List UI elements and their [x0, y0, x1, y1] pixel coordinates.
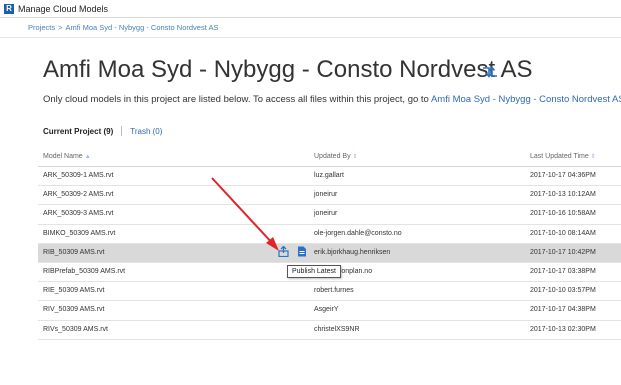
- table-row[interactable]: RIVs_50309 AMS.rvt christelXS9NR 2017-10…: [38, 321, 621, 340]
- last-updated-time: 2017-10-13 10:12AM: [530, 191, 596, 199]
- updated-by: erik.bjorkhaug.henriksen: [314, 248, 391, 256]
- last-updated-time: 2017-10-10 08:14AM: [530, 229, 596, 237]
- updated-by: joneirur: [314, 210, 338, 218]
- table-row[interactable]: ARK_50309-2 AMS.rvt joneirur 2017-10-13 …: [38, 186, 621, 206]
- tab-trash[interactable]: Trash (0): [130, 127, 162, 136]
- project-files-link[interactable]: Amfi Moa Syd - Nybygg - Consto Nordvest …: [431, 94, 621, 105]
- sort-icon: ⇕: [590, 154, 596, 160]
- table-row[interactable]: RIV_50309 AMS.rvt AsgeirY 2017-10-17 04:…: [38, 301, 621, 321]
- model-name: ARK_50309-3 AMS.rvt: [43, 210, 114, 218]
- row-actions: [278, 245, 307, 257]
- column-header-model-name[interactable]: Model Name ▲: [43, 153, 91, 160]
- last-updated-time: 2017-10-17 03:38PM: [530, 267, 596, 275]
- model-name: BIMKO_50309 AMS.rvt: [43, 229, 116, 237]
- breadcrumb-current: Amfi Moa Syd - Nybygg - Consto Nordvest …: [65, 23, 219, 32]
- breadcrumb: Projects > Amfi Moa Syd - Nybygg - Const…: [0, 18, 621, 38]
- updated-by: luz.gallart: [314, 172, 344, 179]
- app-icon: R: [4, 3, 14, 14]
- model-name: RIE_50309 AMS.rvt: [43, 287, 105, 295]
- model-name: RIVs_50309 AMS.rvt: [43, 325, 108, 333]
- table-row[interactable]: BIMKO_50309 AMS.rvt ole-jorgen.dahle@con…: [38, 225, 621, 244]
- last-updated-time: 2017-10-16 10:58AM: [530, 210, 596, 218]
- models-table: Model Name ▲ Updated By ⇕ Last Updated Tim…: [38, 147, 621, 340]
- publish-icon[interactable]: [278, 245, 289, 257]
- breadcrumb-separator: >: [58, 23, 63, 32]
- table-row[interactable]: RIE_50309 AMS.rvt robert.furnes 2017-10-…: [38, 282, 621, 302]
- sync-icon[interactable]: [480, 64, 498, 80]
- publish-latest-tooltip: Publish Latest: [287, 265, 341, 278]
- title-bar: R Manage Cloud Models: [0, 0, 621, 18]
- table-row[interactable]: ARK_50309-3 AMS.rvt joneirur 2017-10-16 …: [38, 205, 621, 225]
- table-row-selected[interactable]: RIB_50309 AMS.rvt erik.bjorkhaug.henriks…: [38, 243, 621, 263]
- document-icon[interactable]: [297, 246, 307, 257]
- last-updated-time: 2017-10-13 02:30PM: [530, 325, 596, 333]
- updated-by: robert.furnes: [314, 287, 354, 295]
- updated-by: ole-jorgen.dahle@consto.no: [314, 229, 402, 237]
- updated-by: joneirur: [314, 191, 338, 199]
- column-header-updated-by[interactable]: Updated By ⇕: [314, 153, 358, 160]
- model-name: RIBPrefab_50309 AMS.rvt: [43, 267, 126, 275]
- table-header: Model Name ▲ Updated By ⇕ Last Updated Tim…: [38, 147, 621, 167]
- window-title: Manage Cloud Models: [18, 3, 109, 14]
- sort-up-icon: ▲: [84, 154, 91, 160]
- breadcrumb-projects-link[interactable]: Projects: [28, 23, 55, 32]
- last-updated-time: 2017-10-17 10:42PM: [530, 248, 596, 256]
- sort-icon: ⇕: [352, 154, 358, 160]
- tab-bar: Current Project (9) Trash (0): [43, 126, 162, 136]
- table-row[interactable]: ARK_50309-1 AMS.rvt luz.gallart 2017-10-…: [38, 167, 621, 187]
- tab-divider: [121, 126, 123, 136]
- model-name: ARK_50309-1 AMS.rvt: [43, 172, 114, 179]
- page-title: Amfi Moa Syd - Nybygg - Consto Nordvest …: [43, 56, 533, 83]
- model-name: RIV_50309 AMS.rvt: [43, 306, 105, 314]
- updated-by: AsgeirY: [314, 306, 339, 314]
- last-updated-time: 2017-10-10 03:57PM: [530, 287, 596, 295]
- model-name: ARK_50309-2 AMS.rvt: [43, 191, 114, 199]
- tab-current-project[interactable]: Current Project (9): [43, 127, 113, 136]
- column-header-last-updated[interactable]: Last Updated Time ⇕: [530, 153, 596, 160]
- description: Only cloud models in this project are li…: [43, 94, 621, 105]
- model-name: RIB_50309 AMS.rvt: [43, 248, 105, 256]
- last-updated-time: 2017-10-17 04:36PM: [530, 172, 596, 179]
- description-text: Only cloud models in this project are li…: [43, 94, 429, 105]
- updated-by: christelXS9NR: [314, 325, 360, 333]
- last-updated-time: 2017-10-17 04:38PM: [530, 306, 596, 314]
